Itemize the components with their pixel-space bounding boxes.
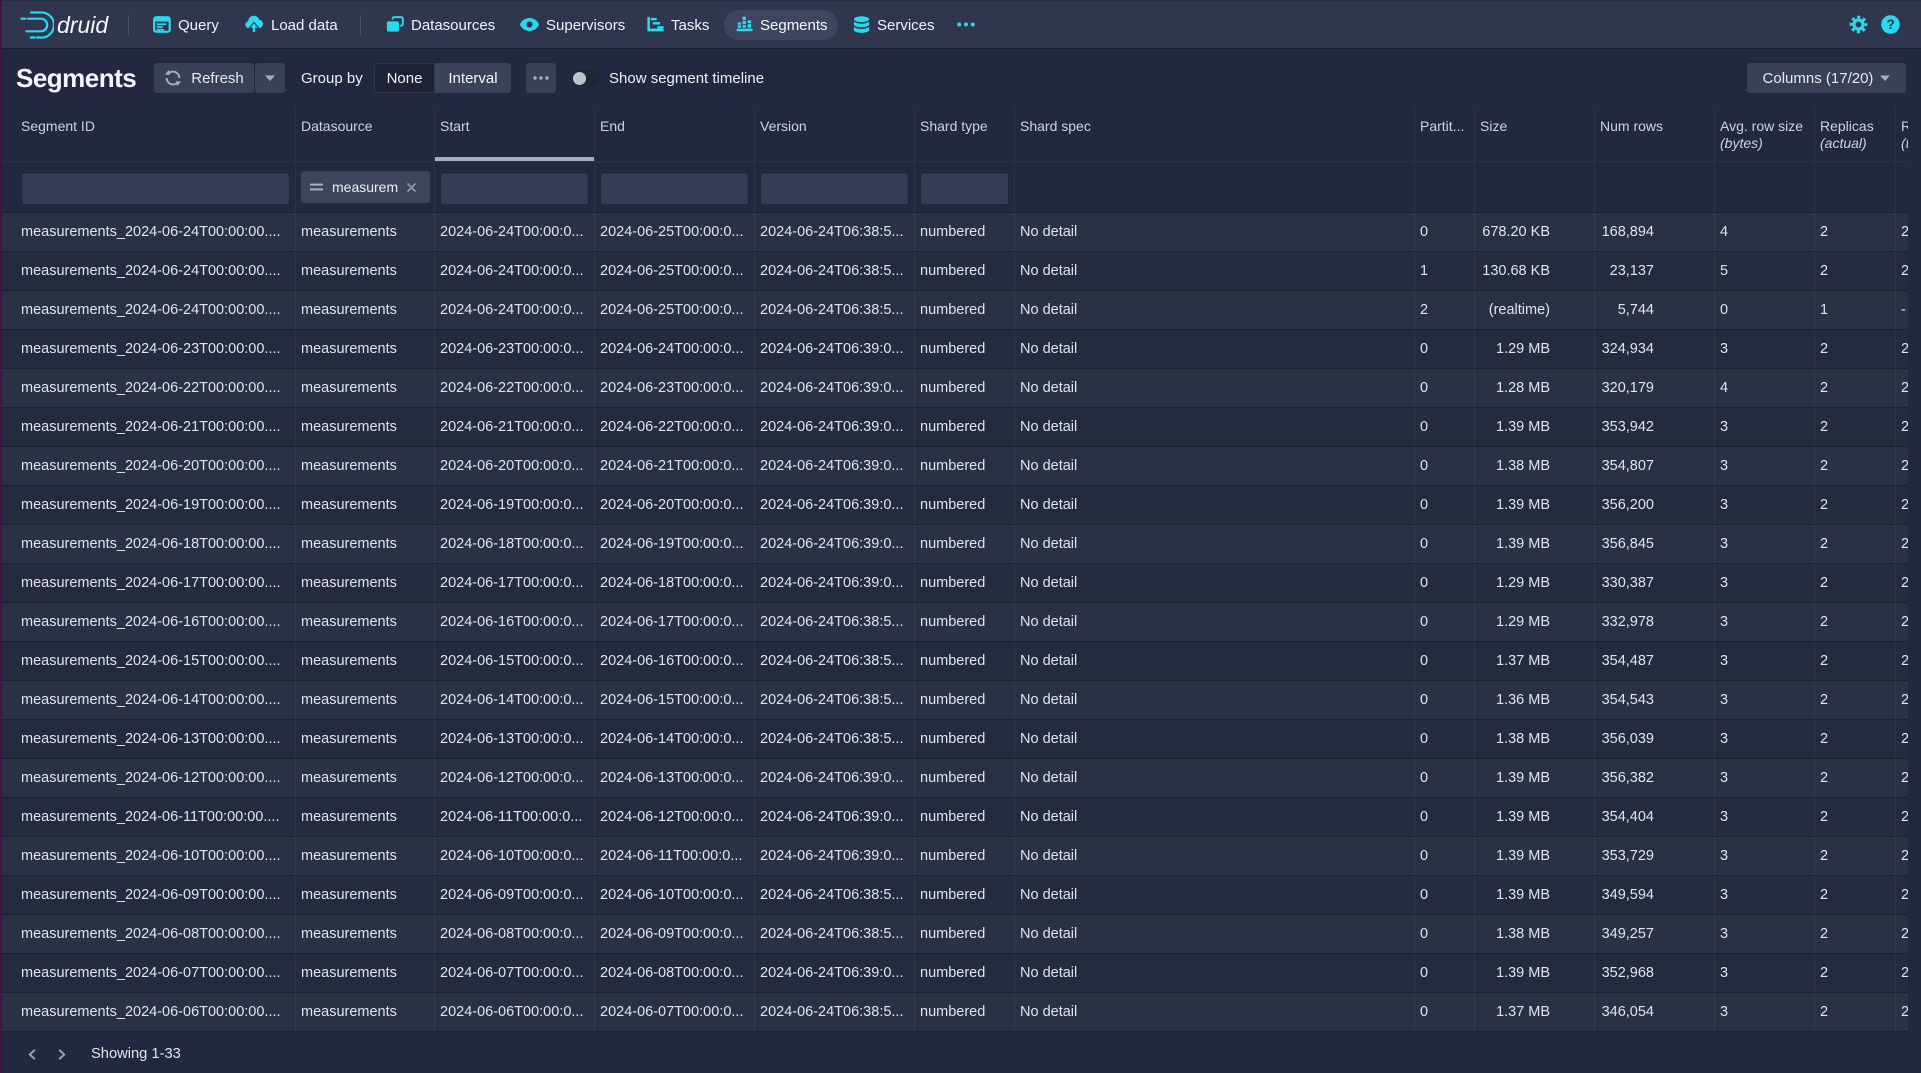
svg-text:?: ? — [1886, 17, 1894, 32]
